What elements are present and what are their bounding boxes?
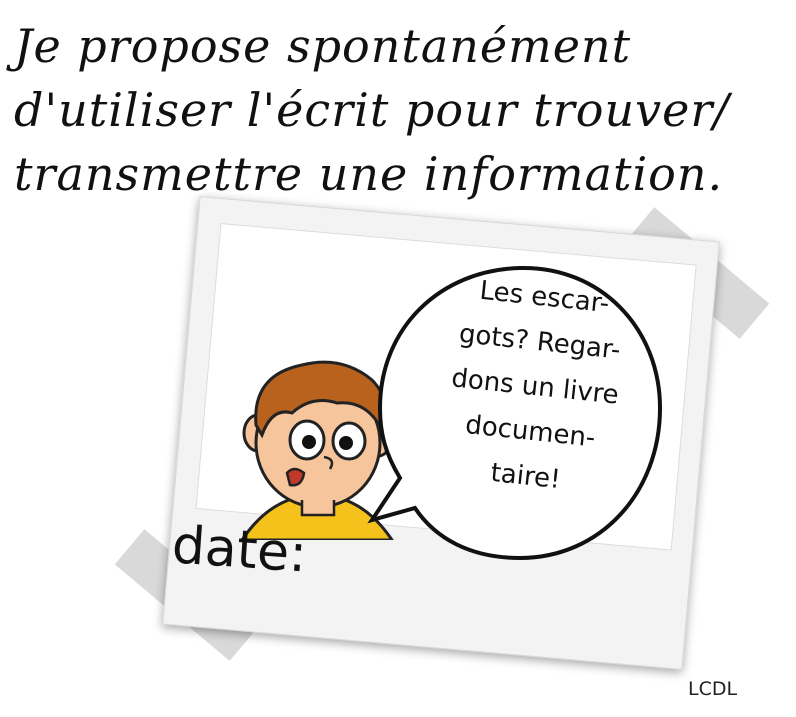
date-label: date: xyxy=(170,515,309,585)
boy-neck xyxy=(300,500,336,517)
title-line-3: transmettre une information. xyxy=(14,147,724,201)
speech-bubble-text: Les escar- gots? Regar- dons un livre do… xyxy=(414,264,656,511)
credit-text: LCDL xyxy=(688,678,738,700)
boy-pupil-right xyxy=(339,436,353,450)
boy-pupil-left xyxy=(302,435,316,449)
title-line-1: Je propose spontanément xyxy=(14,19,632,73)
page-title: Je propose spontanément d'utiliser l'écr… xyxy=(14,14,784,206)
boy-mouth xyxy=(285,467,306,487)
title-line-2: d'utiliser l'écrit pour trouver/ xyxy=(14,83,730,137)
